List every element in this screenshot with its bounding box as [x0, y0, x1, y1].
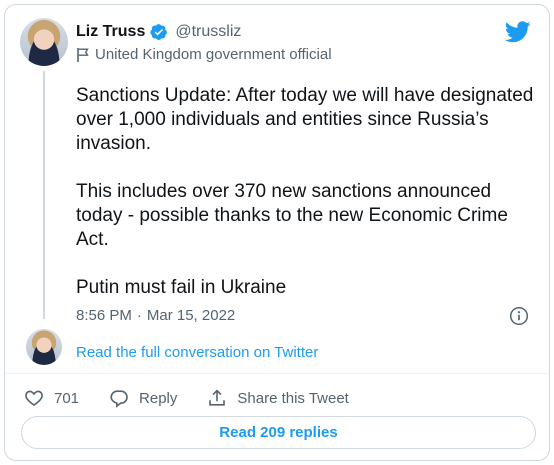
author-display-name[interactable]: Liz Truss: [76, 23, 145, 41]
author-name-row: Liz Truss @trussliz: [76, 23, 241, 41]
tweet-paragraph: Putin must fail in Ukraine: [76, 277, 287, 298]
tweet-actions: 701 Reply Share this Tweet: [24, 388, 379, 408]
reply-button[interactable]: Reply: [109, 388, 177, 408]
tweet-time[interactable]: 8:56 PM: [76, 307, 132, 324]
read-replies-button[interactable]: Read 209 replies: [21, 416, 536, 449]
info-icon[interactable]: [509, 306, 529, 326]
author-handle[interactable]: @trussliz: [175, 23, 241, 41]
government-flag-icon: [76, 47, 90, 63]
timestamp-separator: ·: [136, 307, 142, 324]
government-label-row: United Kingdom government official: [76, 46, 332, 63]
share-icon: [209, 389, 226, 406]
tweet-embed-card: Liz Truss @trussliz United Kingdom gover…: [4, 4, 550, 461]
read-full-conversation-link[interactable]: Read the full conversation on Twitter: [76, 344, 318, 361]
verified-badge-icon: [150, 23, 168, 41]
tweet-paragraph: This includes over 370 new sanctions ann…: [76, 181, 508, 250]
tweet-date[interactable]: Mar 15, 2022: [147, 307, 235, 324]
like-count: 701: [54, 389, 80, 407]
twitter-bird-icon[interactable]: [504, 21, 531, 43]
tweet-timestamp[interactable]: 8:56 PM · Mar 15, 2022: [76, 307, 235, 324]
thread-line: [43, 71, 45, 319]
share-button[interactable]: Share this Tweet: [207, 388, 349, 408]
author-avatar[interactable]: [20, 18, 68, 66]
author-avatar-small[interactable]: [26, 329, 62, 365]
reply-label: Reply: [139, 389, 178, 407]
like-button[interactable]: 701: [24, 388, 79, 408]
heart-icon: [25, 390, 43, 406]
government-official-label: United Kingdom government official: [95, 46, 332, 63]
divider: [5, 373, 549, 374]
tweet-text: Sanctions Update: After today we will ha…: [76, 84, 536, 300]
reply-icon: [110, 390, 128, 408]
tweet-paragraph: Sanctions Update: After today we will ha…: [76, 85, 534, 154]
share-label: Share this Tweet: [237, 389, 349, 407]
